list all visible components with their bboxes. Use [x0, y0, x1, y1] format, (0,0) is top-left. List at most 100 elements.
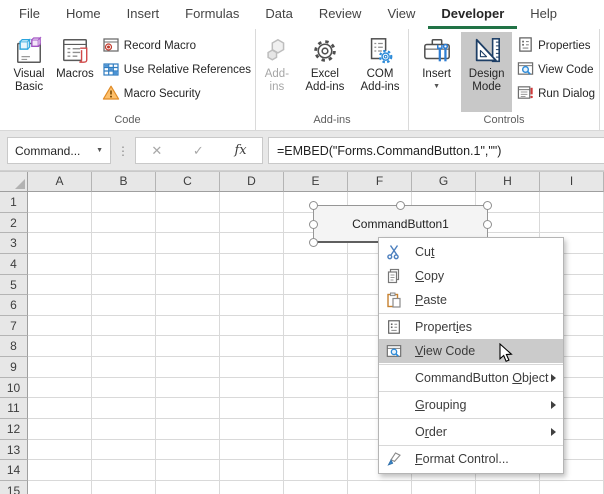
row-header-9[interactable]: 9: [0, 357, 28, 378]
formula-bar-splitter-icon[interactable]: ⋮: [117, 144, 129, 158]
resize-handle-top-center[interactable]: [396, 201, 405, 210]
cell-I2[interactable]: [540, 213, 604, 234]
enter-icon[interactable]: ✓: [193, 143, 204, 159]
cell-H15[interactable]: [476, 481, 540, 494]
macro-security-button[interactable]: Macro Security: [98, 83, 255, 105]
tab-file[interactable]: File: [6, 0, 53, 29]
cell-B13[interactable]: [92, 440, 156, 461]
menu-item-order[interactable]: Order: [379, 420, 563, 444]
cell-A6[interactable]: [28, 295, 92, 316]
cell-B6[interactable]: [92, 295, 156, 316]
row-header-6[interactable]: 6: [0, 295, 28, 316]
row-header-11[interactable]: 11: [0, 398, 28, 419]
column-header-F[interactable]: F: [348, 172, 412, 192]
cancel-icon[interactable]: ✕: [151, 143, 162, 159]
use-relative-references-button[interactable]: Use Relative References: [98, 59, 255, 81]
design-mode-button[interactable]: Design Mode: [461, 32, 512, 112]
cell-A14[interactable]: [28, 460, 92, 481]
cell-E15[interactable]: [284, 481, 348, 494]
insert-dropdown-icon[interactable]: ▼: [433, 83, 440, 90]
cell-B11[interactable]: [92, 398, 156, 419]
cell-D13[interactable]: [220, 440, 284, 461]
column-header-D[interactable]: D: [220, 172, 284, 192]
tab-data[interactable]: Data: [252, 0, 305, 29]
column-header-B[interactable]: B: [92, 172, 156, 192]
cell-C3[interactable]: [156, 233, 220, 254]
record-macro-button[interactable]: Record Macro: [98, 35, 255, 57]
menu-item-format-control[interactable]: Format Control...: [379, 447, 563, 471]
tab-review[interactable]: Review: [306, 0, 375, 29]
menu-item-view-code[interactable]: View Code: [379, 339, 563, 363]
cell-D12[interactable]: [220, 419, 284, 440]
row-header-1[interactable]: 1: [0, 192, 28, 213]
cell-C15[interactable]: [156, 481, 220, 494]
cell-A7[interactable]: [28, 316, 92, 337]
cell-C13[interactable]: [156, 440, 220, 461]
row-header-3[interactable]: 3: [0, 233, 28, 254]
cell-E6[interactable]: [284, 295, 348, 316]
cell-A10[interactable]: [28, 378, 92, 399]
properties-button[interactable]: Properties: [513, 35, 599, 57]
cell-C12[interactable]: [156, 419, 220, 440]
cell-C7[interactable]: [156, 316, 220, 337]
menu-item-commandbutton-object[interactable]: CommandButton Object: [379, 366, 563, 390]
cell-E11[interactable]: [284, 398, 348, 419]
column-header-G[interactable]: G: [412, 172, 476, 192]
tab-formulas[interactable]: Formulas: [172, 0, 252, 29]
cell-C11[interactable]: [156, 398, 220, 419]
resize-handle-top-left[interactable]: [309, 201, 318, 210]
cell-E4[interactable]: [284, 254, 348, 275]
cell-C1[interactable]: [156, 192, 220, 213]
cell-B14[interactable]: [92, 460, 156, 481]
cell-E14[interactable]: [284, 460, 348, 481]
cell-A13[interactable]: [28, 440, 92, 461]
cell-B3[interactable]: [92, 233, 156, 254]
visual-basic-button[interactable]: Visual Basic: [7, 32, 51, 112]
tab-home[interactable]: Home: [53, 0, 114, 29]
column-header-I[interactable]: I: [540, 172, 604, 192]
cell-A11[interactable]: [28, 398, 92, 419]
cell-A9[interactable]: [28, 357, 92, 378]
row-header-7[interactable]: 7: [0, 316, 28, 337]
cell-E13[interactable]: [284, 440, 348, 461]
cell-C2[interactable]: [156, 213, 220, 234]
tab-view[interactable]: View: [374, 0, 428, 29]
view-code-button[interactable]: View Code: [513, 59, 599, 81]
cell-E10[interactable]: [284, 378, 348, 399]
cell-B15[interactable]: [92, 481, 156, 494]
cell-I1[interactable]: [540, 192, 604, 213]
row-header-4[interactable]: 4: [0, 254, 28, 275]
cell-A12[interactable]: [28, 419, 92, 440]
cell-A1[interactable]: [28, 192, 92, 213]
cell-D11[interactable]: [220, 398, 284, 419]
cell-A3[interactable]: [28, 233, 92, 254]
cell-B9[interactable]: [92, 357, 156, 378]
cell-D14[interactable]: [220, 460, 284, 481]
tab-developer[interactable]: Developer: [428, 0, 517, 29]
column-header-H[interactable]: H: [476, 172, 540, 192]
cell-A4[interactable]: [28, 254, 92, 275]
excel-add-ins-button[interactable]: Excel Add-ins: [299, 32, 351, 112]
cell-E8[interactable]: [284, 336, 348, 357]
column-header-A[interactable]: A: [28, 172, 92, 192]
menu-item-copy[interactable]: Copy: [379, 264, 563, 288]
cell-C5[interactable]: [156, 275, 220, 296]
row-header-2[interactable]: 2: [0, 213, 28, 234]
cell-I15[interactable]: [540, 481, 604, 494]
cell-E9[interactable]: [284, 357, 348, 378]
cell-E12[interactable]: [284, 419, 348, 440]
cell-D4[interactable]: [220, 254, 284, 275]
cell-E5[interactable]: [284, 275, 348, 296]
cell-B1[interactable]: [92, 192, 156, 213]
insert-function-icon[interactable]: fx: [234, 143, 246, 158]
row-header-13[interactable]: 13: [0, 440, 28, 461]
menu-item-cut[interactable]: Cut: [379, 240, 563, 264]
cell-D10[interactable]: [220, 378, 284, 399]
cell-D2[interactable]: [220, 213, 284, 234]
resize-handle-middle-left[interactable]: [309, 220, 318, 229]
com-add-ins-button[interactable]: COM Add-ins: [353, 32, 407, 112]
tab-help[interactable]: Help: [517, 0, 570, 29]
cell-B10[interactable]: [92, 378, 156, 399]
resize-handle-bottom-left[interactable]: [309, 238, 318, 247]
cell-D8[interactable]: [220, 336, 284, 357]
